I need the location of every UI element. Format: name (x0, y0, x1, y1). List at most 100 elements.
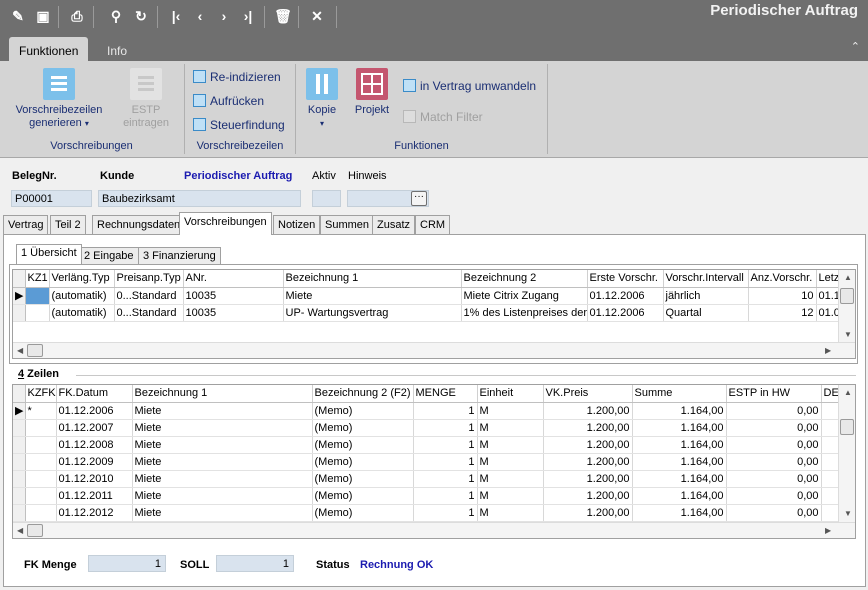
cell-menge[interactable]: 1 (413, 504, 478, 522)
cell-vorschr-intervall[interactable]: Quartal (663, 304, 749, 322)
cell-estp-in-hw[interactable]: 0,00 (726, 504, 822, 522)
col-anz-vorschr[interactable]: Anz.Vorschr. (748, 270, 817, 288)
cell-estp-in-hw[interactable]: 0,00 (726, 470, 822, 488)
cell-verlaeng-typ[interactable]: (automatik) (49, 287, 115, 305)
scroll-down-icon[interactable]: ▼ (844, 509, 852, 518)
cell-estp-in-hw[interactable]: 0,00 (726, 436, 822, 454)
cell-kzfk[interactable] (25, 487, 57, 505)
cell-einheit[interactable]: M (477, 453, 544, 471)
scroll-down-icon[interactable]: ▼ (844, 330, 852, 339)
cell-preisanp-typ[interactable]: 0...Standard (114, 287, 184, 305)
col-bezeichnung-2[interactable]: Bezeichnung 2 (461, 270, 588, 288)
col-kz1[interactable]: KZ1 (25, 270, 50, 288)
cell-kzfk[interactable] (25, 453, 57, 471)
cell-bezeichnung-1[interactable]: Miete (132, 436, 313, 454)
cell-estp-in-hw[interactable]: 0,00 (726, 402, 822, 420)
cell-summe[interactable]: 1.164,00 (632, 419, 727, 437)
col-fk-datum[interactable]: FK.Datum (56, 385, 133, 403)
first-record-icon[interactable]: |‹ (166, 6, 186, 26)
kunde-field[interactable]: Baubezirksamt (98, 190, 301, 207)
tab-crm[interactable]: CRM (415, 215, 451, 234)
cell-bezeichnung-2[interactable]: (Memo) (312, 436, 414, 454)
cell-menge[interactable]: 1 (413, 453, 478, 471)
cell-fk-datum[interactable]: 01.12.2006 (56, 402, 133, 420)
cell-einheit[interactable]: M (477, 419, 544, 437)
scroll-right-icon[interactable]: ▶ (825, 346, 831, 355)
cell-estp-in-hw[interactable]: 0,00 (726, 487, 822, 505)
last-record-icon[interactable]: ›| (238, 6, 258, 26)
tab-teil-2[interactable]: Teil 2 (50, 215, 86, 234)
cell-einheit[interactable]: M (477, 470, 544, 488)
cell-summe[interactable]: 1.164,00 (632, 453, 727, 471)
refresh-icon[interactable]: ↻ (131, 6, 151, 26)
in-vertrag-umwandeln-button[interactable]: in Vertrag umwandeln (403, 77, 536, 94)
soll-field[interactable]: 1 (216, 555, 294, 572)
cell-vorschr-intervall[interactable]: jährlich (663, 287, 749, 305)
subtab-eingabe[interactable]: 2 Eingabe (79, 247, 139, 264)
cell-menge[interactable]: 1 (413, 402, 478, 420)
cell-bezeichnung-2[interactable]: (Memo) (312, 419, 414, 437)
cell-summe[interactable]: 1.164,00 (632, 504, 727, 522)
save-icon[interactable]: ▣ (33, 6, 53, 26)
cell-bezeichnung-2[interactable]: (Memo) (312, 453, 414, 471)
cell-kzfk[interactable] (25, 436, 57, 454)
subtab-finanzierung[interactable]: 3 Finanzierung (138, 247, 221, 264)
scroll-up-icon[interactable]: ▲ (844, 388, 852, 397)
match-filter-button[interactable]: Match Filter (403, 108, 483, 125)
cell-vk-preis[interactable]: 1.200,00 (543, 419, 633, 437)
cell-vk-preis[interactable]: 1.200,00 (543, 453, 633, 471)
aufruecken-button[interactable]: Aufrücken (193, 92, 264, 109)
cell-einheit[interactable]: M (477, 402, 544, 420)
scroll-up-icon[interactable]: ▲ (844, 273, 852, 282)
cell-fk-datum[interactable]: 01.12.2012 (56, 504, 133, 522)
col-kzfk[interactable]: KZFK (25, 385, 57, 403)
projekt-button[interactable]: Projekt (351, 68, 393, 117)
col-erste-vorschr[interactable]: Erste Vorschr. (587, 270, 664, 288)
cell-einheit[interactable]: M (477, 436, 544, 454)
aktiv-field[interactable] (312, 190, 341, 207)
tab-vorschreibungen[interactable]: Vorschreibungen (179, 212, 272, 235)
grid1-vertical-scrollbar[interactable]: ▲ ▼ (838, 270, 855, 343)
tab-rechnungsdaten[interactable]: Rechnungsdaten (92, 215, 186, 234)
scroll-left-icon[interactable]: ◀ (17, 526, 23, 535)
col-bezeichnung-2-f2[interactable]: Bezeichnung 2 (F2) (312, 385, 414, 403)
cell-fk-datum[interactable]: 01.12.2008 (56, 436, 133, 454)
cell-bezeichnung-1[interactable]: Miete (132, 487, 313, 505)
cell-fk-datum[interactable]: 01.12.2011 (56, 487, 133, 505)
table-row[interactable]: 01.12.2007 Miete (Memo) 1 M 1.200,00 1.164,00 0… (13, 419, 844, 437)
table-row[interactable]: 01.12.2011 Miete (Memo) 1 M 1.200,00 1.164,00 0… (13, 487, 844, 505)
tab-funktionen[interactable]: Funktionen (9, 37, 89, 61)
grid1-vscroll-thumb[interactable] (840, 288, 854, 304)
print-icon[interactable]: ⎙ (67, 6, 87, 26)
table-row[interactable]: 01.12.2008 Miete (Memo) 1 M 1.200,00 1.164,00 0… (13, 436, 844, 454)
cell-vk-preis[interactable]: 1.200,00 (543, 504, 633, 522)
grid1-hscroll-thumb[interactable] (27, 344, 43, 357)
col-bezeichnung-1[interactable]: Bezeichnung 1 (132, 385, 313, 403)
cell-fk-datum[interactable]: 01.12.2009 (56, 453, 133, 471)
grid2-horizontal-scrollbar[interactable]: ◀ ▶ (13, 522, 855, 538)
cell-anz-vorschr[interactable]: 12 (748, 304, 817, 322)
cell-bezeichnung-1[interactable]: Miete (132, 470, 313, 488)
search-icon[interactable]: ⚲ (106, 6, 126, 26)
cell-einheit[interactable]: M (477, 504, 544, 522)
cell-bezeichnung-2[interactable]: (Memo) (312, 402, 414, 420)
col-estp-in-hw[interactable]: ESTP in HW (726, 385, 822, 403)
previous-record-icon[interactable]: ‹ (190, 6, 210, 26)
table-row[interactable]: (automatik) 0...Standard 10035 UP- Wartu… (13, 304, 844, 322)
cell-bezeichnung-1[interactable]: UP- Wartungsvertrag (283, 304, 462, 322)
vorschreibezeilen-generieren-button[interactable]: Vorschreibezeilen generieren ▾ (8, 68, 110, 130)
tab-summen[interactable]: Summen (320, 215, 375, 234)
cell-vk-preis[interactable]: 1.200,00 (543, 470, 633, 488)
grid2-vscroll-thumb[interactable] (840, 419, 854, 435)
cell-bezeichnung-2[interactable]: 1% des Listenpreises der (461, 304, 588, 322)
subtab-uebersicht[interactable]: 1 Übersicht (16, 244, 82, 264)
cell-kz1[interactable] (25, 287, 50, 305)
cell-summe[interactable]: 1.164,00 (632, 402, 727, 420)
cell-kzfk[interactable] (25, 504, 57, 522)
close-icon[interactable]: ✕ (307, 6, 327, 26)
col-anr[interactable]: ANr. (183, 270, 284, 288)
cell-bezeichnung-1[interactable]: Miete (132, 419, 313, 437)
cell-estp-in-hw[interactable]: 0,00 (726, 419, 822, 437)
cell-anr[interactable]: 10035 (183, 287, 284, 305)
cell-bezeichnung-1[interactable]: Miete (132, 402, 313, 420)
